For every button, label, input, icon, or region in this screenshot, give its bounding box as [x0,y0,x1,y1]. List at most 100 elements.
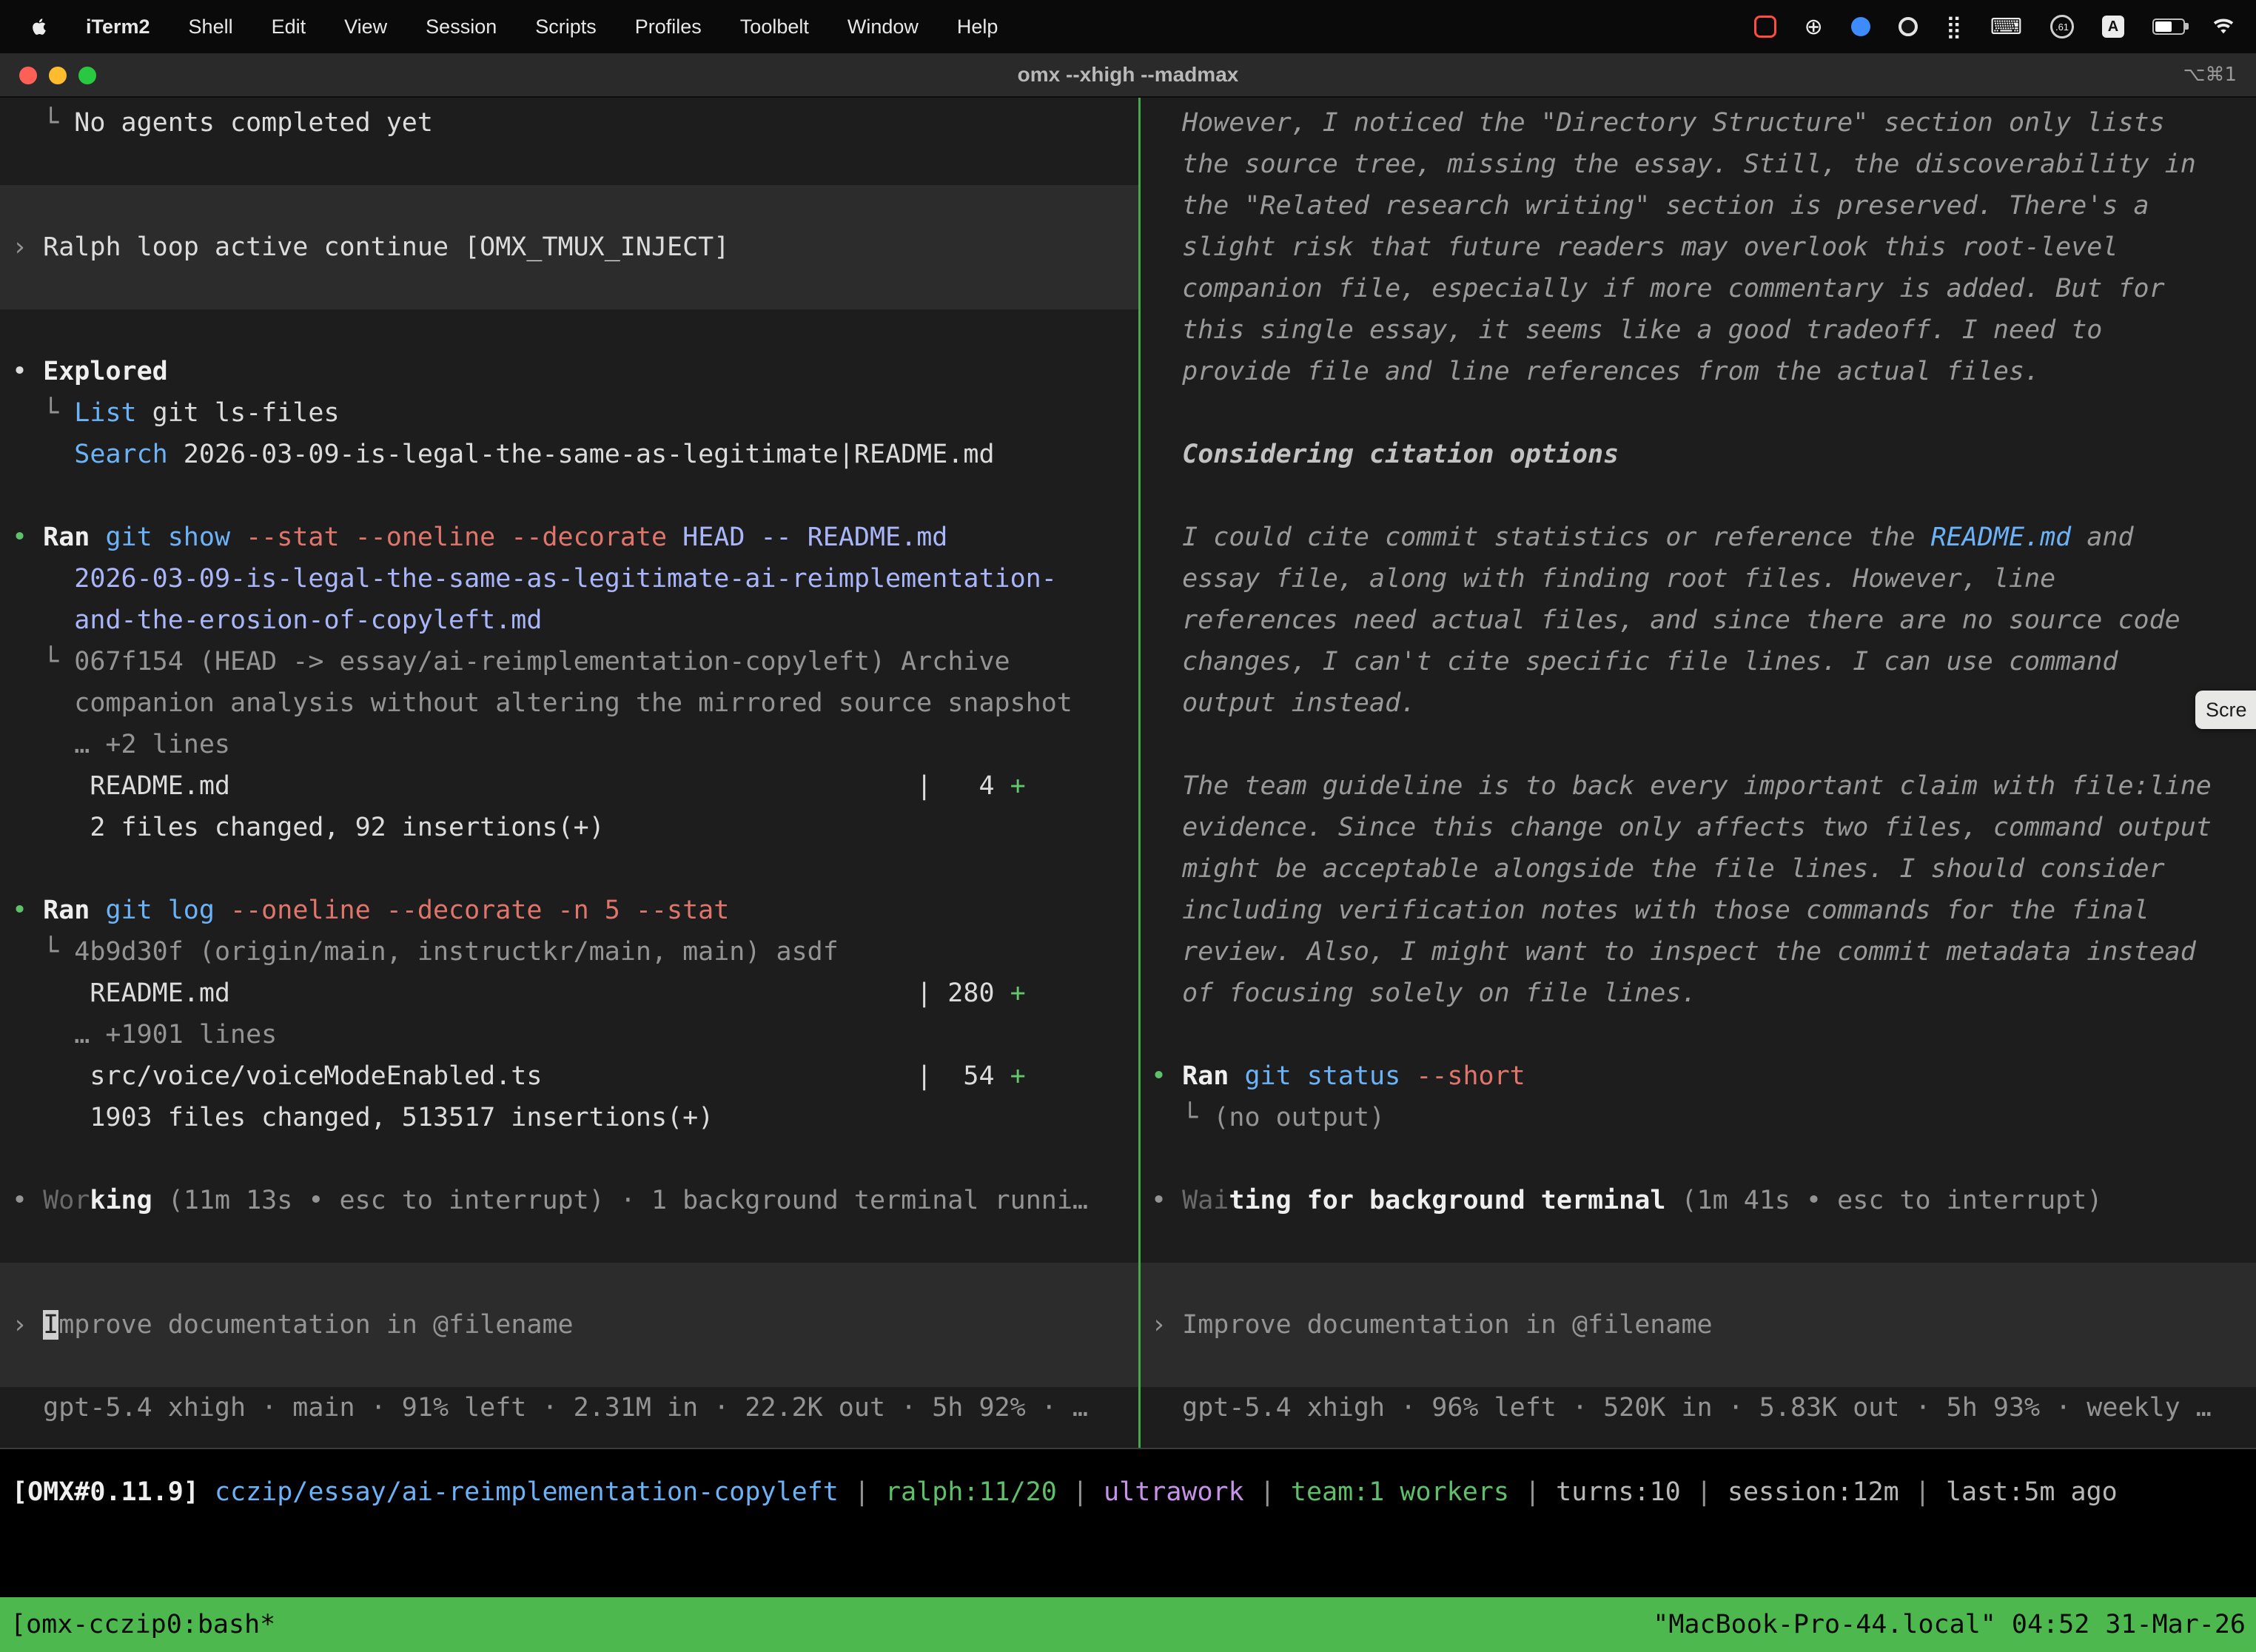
terminal-line: 2 files changed, 92 insertions(+) [12,807,1127,848]
battery-icon[interactable] [2152,19,2185,35]
menu-scripts[interactable]: Scripts [535,16,597,38]
text-segment: essay file, along with finding root file… [1151,564,2055,594]
text-segment: output instead. [1151,688,1416,718]
blank-line [1151,392,2244,434]
blank-line [12,1138,1127,1180]
prompt-input[interactable]: › Improve documentation in @filename [1141,1263,2256,1387]
terminal-line: └ 4b9d30f (origin/main, instructkr/main,… [12,931,1127,973]
text-segment [12,605,74,635]
text-segment: companion file, especially if more comme… [1151,274,2165,303]
text-segment: ultrawork [1104,1477,1244,1507]
app-icon-ring[interactable] [1899,17,1918,36]
screen-recording-indicator-icon[interactable] [1754,16,1776,38]
screen-edge-tab[interactable]: Scre [2195,691,2256,729]
text-segment: (1m 41s • esc to interrupt) [1665,1186,2102,1215]
text-segment: git log [105,896,230,925]
blank-line [1151,1138,2244,1180]
text-segment: git show [105,523,246,552]
text-segment: last:5m ago [1946,1477,2118,1507]
wifi-icon[interactable] [2213,14,2234,39]
blank-line [12,848,1127,890]
apple-menu[interactable] [31,14,47,39]
text-segment: • [12,1186,43,1215]
text-segment: • [12,896,43,925]
omx-status-line: [OMX#0.11.9] cczip/essay/ai-reimplementa… [12,1471,2256,1513]
menu-shell[interactable]: Shell [189,16,233,38]
waiting-status: • Waiting for background terminal (1m 41… [1151,1180,2244,1221]
menu-bar-menus: iTerm2 Shell Edit View Session Scripts P… [31,14,998,39]
terminal-line: review. Also, I might want to inspect th… [1151,931,2244,973]
terminal-line: README.md | 280 + [12,973,1127,1014]
text-segment: (11m 13s • esc to interrupt) · 1 backgro… [152,1186,1088,1215]
app-icon-blue[interactable] [1851,17,1870,36]
text-segment: of focusing solely on file lines. [1151,978,1697,1008]
blank-line [12,309,1127,351]
text-segment: provide file and line references from th… [1151,357,2040,386]
window-title-bar[interactable]: omx --xhigh --madmax ⌥⌘1 [0,53,2256,98]
terminal-line: 1903 files changed, 513517 insertions(+) [12,1097,1127,1138]
menu-toolbelt[interactable]: Toolbelt [740,16,809,38]
pane-right[interactable]: However, I noticed the "Directory Struct… [1141,98,2256,1448]
keyboard-icon[interactable]: ⌨ [1990,14,2022,39]
menu-help[interactable]: Help [957,16,998,38]
terminal-line: provide file and line references from th… [1151,351,2244,392]
screen: iTerm2 Shell Edit View Session Scripts P… [0,0,2256,1652]
text-segment: including verification notes with those … [1151,896,2149,925]
text-segment: … +1901 lines [12,1020,277,1050]
text-segment: review. Also, I might want to inspect th… [1151,937,2196,967]
terminal-line: The team guideline is to back every impo… [1151,765,2244,807]
prompt-input[interactable]: › Improve documentation in @filename [0,1263,1138,1387]
menu-edit[interactable]: Edit [272,16,306,38]
model-status-line: gpt-5.4 xhigh · main · 91% left · 2.31M … [12,1387,1127,1428]
text-segment: HEAD -- README.md [682,523,947,552]
terminal-line: might be acceptable alongside the file l… [1151,848,2244,890]
menu-bar-status-icons: ⊕ ⣿ ⌨ .61 A [1754,14,2234,39]
menu-view[interactable]: View [344,16,387,38]
terminal-line: changes, I can't cite specific file line… [1151,641,2244,682]
text-segment: session:12m [1728,1477,1899,1507]
blank-line [1151,1014,2244,1055]
explored-header: • Explored [12,351,1127,392]
menu-profiles[interactable]: Profiles [635,16,702,38]
text-segment: Improve documentation in @filename [1182,1310,1712,1340]
text-segment: team:1 workers [1291,1477,1509,1507]
terminal-line: 2026-03-09-is-legal-the-same-as-legitima… [12,558,1127,600]
terminal-line: … +2 lines [12,724,1127,765]
terminal-line: including verification notes with those … [1151,890,2244,931]
input-source-icon[interactable]: A [2102,16,2124,38]
text-segment: git status [1244,1061,1416,1091]
text-segment: Wai [1182,1186,1229,1215]
grid-icon[interactable]: ⣿ [1946,14,1962,39]
text-segment: the "Related research writing" section i… [1151,191,2149,221]
terminal-line: output instead. [1151,682,2244,724]
text-segment: Explored [43,357,168,386]
text-segment: However, I noticed the "Directory Struct… [1151,108,2165,138]
text-segment: | [1681,1477,1728,1507]
text-segment: Ran [1182,1061,1244,1091]
menu-app-name[interactable]: iTerm2 [86,16,150,38]
text-segment: ralph:11/20 [885,1477,1057,1507]
text-segment: › [12,232,43,262]
terminal-line: › Improve documentation in @filename [12,1304,1127,1346]
terminal-line: I could cite commit statistics or refere… [1151,517,2244,558]
battery-gauge-icon[interactable]: .61 [2050,15,2074,38]
pane-left[interactable]: └ No agents completed yet› Ralph loop ac… [0,98,1138,1448]
battery-fill [2155,21,2172,32]
text-segment: companion analysis without altering the … [12,688,1072,718]
text-segment: turns:10 [1556,1477,1681,1507]
text-segment: --oneline --decorate -n 5 --stat [230,896,729,925]
terminal-line: the source tree, missing the essay. Stil… [1151,144,2244,185]
menu-window[interactable]: Window [847,16,919,38]
text-segment: • [12,523,43,552]
text-segment: README.md | 280 [12,978,1010,1008]
text-segment: cczip/essay/ai-reimplementation-copyleft [215,1477,839,1507]
menu-session[interactable]: Session [426,16,497,38]
terminal-line: slight risk that future readers may over… [1151,226,2244,268]
text-segment: • [1151,1186,1182,1215]
text-segment: this single essay, it seems like a good … [1151,315,2102,345]
window-title: omx --xhigh --madmax [0,53,2256,98]
pane-bottom-border [0,1448,2256,1449]
terminal-line: └ 067f154 (HEAD -> essay/ai-reimplementa… [12,641,1127,682]
terminal: └ No agents completed yet› Ralph loop ac… [0,98,2256,1448]
globe-icon[interactable]: ⊕ [1805,14,1823,39]
